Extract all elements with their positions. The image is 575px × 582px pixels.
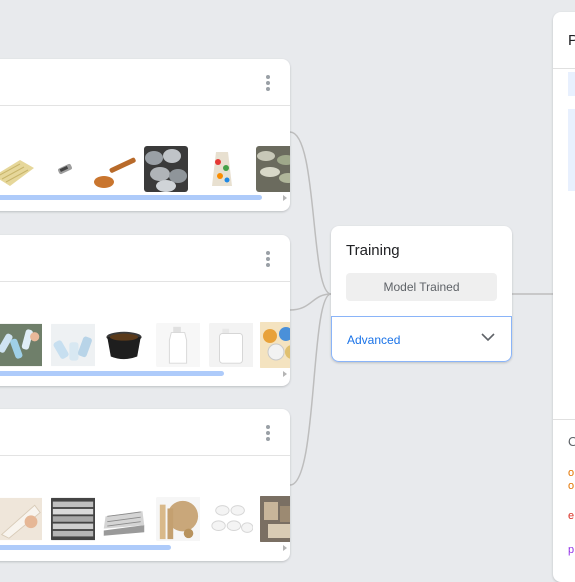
preview-title: P [568,32,575,49]
training-title: Training [346,242,400,259]
scrollbar-thumb[interactable] [0,195,262,200]
horizontal-scrollbar[interactable] [0,371,290,377]
sample-thumbnail[interactable] [256,146,290,192]
sample-thumbnail[interactable] [156,496,202,542]
sample-thumbnail[interactable] [102,496,152,542]
sample-thumbnail[interactable] [0,496,46,542]
sample-thumbnail[interactable] [200,146,244,192]
divider [553,419,575,420]
more-options-icon[interactable] [266,425,270,441]
sample-thumbnail[interactable] [156,322,202,368]
sample-strip [0,282,290,368]
preview-webcam-area[interactable] [568,109,575,191]
sample-thumbnail[interactable] [258,322,290,368]
scroll-right-icon[interactable] [283,371,287,377]
scrollbar-thumb[interactable] [0,371,224,376]
sample-thumbnail[interactable] [102,322,152,368]
training-panel: Training Model Trained Advanced [331,226,512,362]
sample-thumbnail[interactable] [209,496,255,542]
sample-thumbnail[interactable] [0,322,46,368]
sample-thumbnail[interactable] [258,496,290,542]
model-trained-button[interactable]: Model Trained [346,273,497,301]
output-class-label: e [568,510,575,522]
scroll-right-icon[interactable] [283,195,287,201]
sample-thumbnail[interactable] [92,146,136,192]
class-card-1 [0,59,290,211]
class-card-3 [0,409,290,561]
horizontal-scrollbar[interactable] [0,545,290,551]
scroll-right-icon[interactable] [283,545,287,551]
output-class-label: p [568,544,575,556]
class-card-header [0,59,290,106]
scrollbar-thumb[interactable] [0,545,171,550]
horizontal-scrollbar[interactable] [0,195,290,201]
preview-input-area[interactable] [568,72,575,96]
sample-strip [0,456,290,542]
sample-strip [0,106,290,192]
class-card-header [0,409,290,456]
output-class-label: o [568,480,575,492]
sample-thumbnail[interactable] [51,322,99,368]
sample-thumbnail[interactable] [42,146,86,192]
preview-panel: P O o o e p [553,12,575,582]
output-label: O [568,434,575,449]
chevron-down-icon [481,333,495,342]
output-class-label: o [568,467,575,479]
more-options-icon[interactable] [266,75,270,91]
class-card-header [0,235,290,282]
class-card-2 [0,235,290,386]
more-options-icon[interactable] [266,251,270,267]
sample-thumbnail[interactable] [0,146,34,192]
advanced-label: Advanced [347,333,401,347]
divider [553,68,575,69]
advanced-toggle[interactable]: Advanced [331,316,512,362]
sample-thumbnail[interactable] [51,496,99,542]
sample-thumbnail[interactable] [144,146,188,192]
sample-thumbnail[interactable] [209,322,255,368]
